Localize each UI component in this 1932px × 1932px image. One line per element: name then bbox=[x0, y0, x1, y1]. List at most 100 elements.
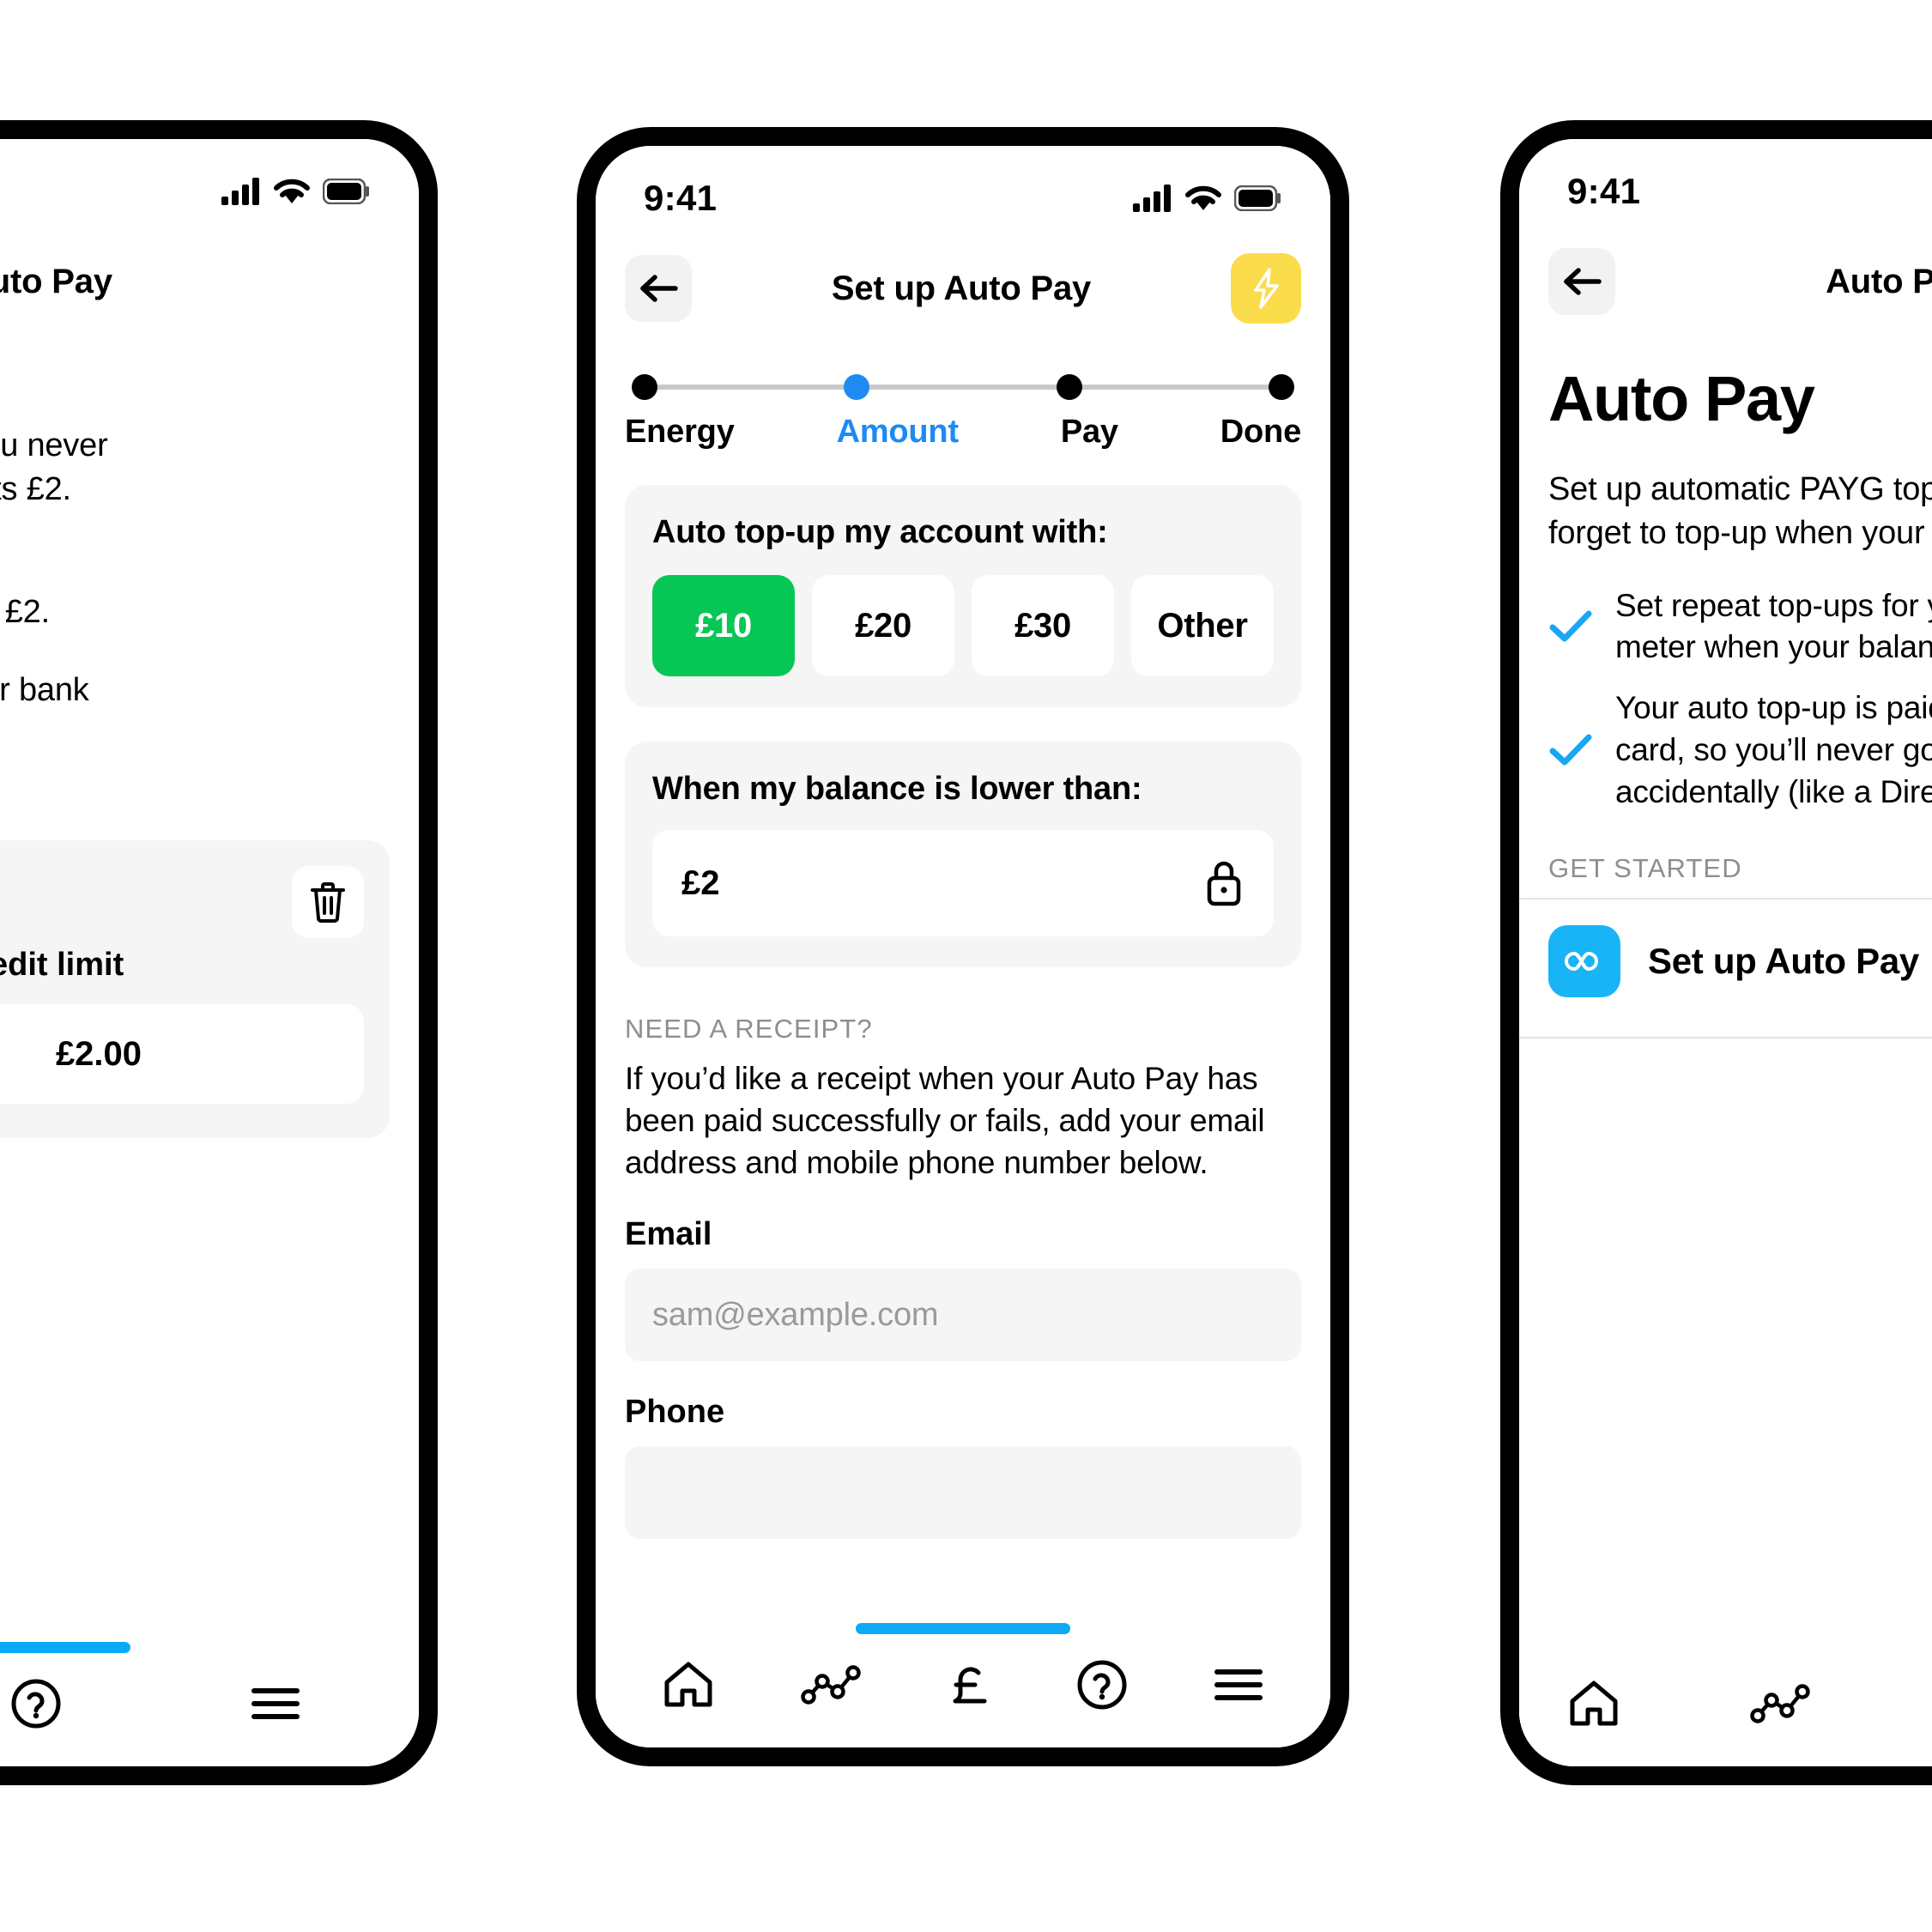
battery-icon bbox=[323, 179, 371, 204]
lightning-bolt-button[interactable] bbox=[1231, 253, 1301, 324]
tab-pound-center[interactable] bbox=[946, 1659, 992, 1711]
step-dot-amount[interactable] bbox=[844, 374, 870, 400]
step-dot-energy[interactable] bbox=[632, 374, 657, 400]
usage-graph-icon bbox=[800, 1664, 862, 1705]
setup-auto-pay-label: Set up Auto Pay bbox=[1648, 940, 1919, 981]
tab-help-left[interactable] bbox=[10, 1678, 62, 1729]
usage-graph-icon bbox=[1749, 1683, 1811, 1724]
home-indicator-center bbox=[856, 1623, 1070, 1634]
right-heading: Auto Pay bbox=[1548, 363, 1815, 434]
trash-icon-button[interactable] bbox=[292, 866, 364, 939]
lightning-bolt-icon bbox=[1249, 267, 1283, 310]
menu-icon bbox=[1213, 1666, 1264, 1704]
status-bar-center: 9:41 bbox=[596, 146, 1330, 228]
get-started-eyebrow: GET STARTED bbox=[1548, 852, 1742, 883]
phone-input[interactable] bbox=[625, 1446, 1301, 1540]
amount-option-30[interactable]: £30 bbox=[972, 575, 1114, 676]
list-item: Set repeat top-ups for yo meter when you… bbox=[1548, 585, 1932, 669]
page-title-left: Auto Pay bbox=[0, 262, 112, 300]
step-label-pay: Pay bbox=[1060, 414, 1118, 450]
home-icon bbox=[662, 1660, 715, 1710]
step-label-amount: Amount bbox=[836, 414, 960, 450]
receipt-body: If you’d like a receipt when your Auto P… bbox=[625, 1061, 1265, 1180]
phone-right-screen: 9:41 Auto Auto Pay Set up automatic PAYG… bbox=[1519, 139, 1932, 1766]
balance-threshold-title: When my balance is lower than: bbox=[652, 771, 1142, 807]
credit-limit-value[interactable]: £2.00 bbox=[0, 1004, 364, 1105]
nav-spacer-left-2 bbox=[323, 248, 390, 315]
tab-bar-left bbox=[0, 1656, 419, 1766]
progress-stepper: Energy Amount Pay Done bbox=[596, 331, 1330, 451]
back-button-right[interactable] bbox=[1548, 248, 1615, 315]
balance-threshold-card: When my balance is lower than: £2 bbox=[625, 742, 1301, 967]
pound-icon bbox=[946, 1659, 992, 1711]
step-label-energy: Energy bbox=[625, 414, 735, 450]
left-paragraph-1: c PAYG top-ups so you never when your ba… bbox=[0, 427, 108, 508]
top-nav-left: Auto Pay bbox=[0, 221, 419, 324]
back-button[interactable] bbox=[625, 255, 692, 322]
amount-option-other[interactable]: Other bbox=[1131, 575, 1274, 676]
topup-amount-card: Auto top-up my account with: £10 £20 £30… bbox=[625, 485, 1301, 707]
help-icon bbox=[1076, 1659, 1128, 1711]
right-subtitle: Set up automatic PAYG top-u forget to to… bbox=[1548, 471, 1932, 552]
credit-limit-card: Credit limit £2.00 bbox=[0, 840, 390, 1139]
credit-limit-fields: £2.00 bbox=[0, 1004, 364, 1105]
signal-icon bbox=[1133, 185, 1172, 212]
screenshot-canvas: Auto Pay c PAYG top-ups so you never whe… bbox=[0, 0, 1932, 1932]
left-paragraph-2: op-ups for your PAYG your balance reache… bbox=[4, 593, 50, 630]
back-arrow-icon bbox=[1561, 266, 1602, 297]
phone-left-screen: Auto Pay c PAYG top-ups so you never whe… bbox=[0, 139, 419, 1766]
topup-amount-options: £10 £20 £30 Other bbox=[652, 575, 1274, 676]
tab-bar-right bbox=[1519, 1656, 1932, 1766]
step-dot-done[interactable] bbox=[1268, 374, 1294, 400]
lock-icon bbox=[1203, 859, 1245, 907]
page-title-center: Set up Auto Pay bbox=[831, 269, 1092, 307]
tab-usage-right[interactable] bbox=[1749, 1683, 1811, 1724]
check-icon bbox=[1548, 609, 1593, 645]
tab-menu-left[interactable] bbox=[250, 1685, 301, 1723]
back-arrow-icon bbox=[638, 273, 679, 304]
trash-icon bbox=[309, 881, 347, 924]
check-icon bbox=[1548, 732, 1593, 768]
menu-icon bbox=[250, 1685, 301, 1723]
balance-threshold-field[interactable]: £2 bbox=[652, 830, 1274, 936]
tab-bar-center bbox=[596, 1638, 1330, 1747]
setup-auto-pay-row[interactable]: Set up Auto Pay bbox=[1519, 899, 1932, 1023]
phone-left: Auto Pay c PAYG top-ups so you never whe… bbox=[0, 120, 438, 1785]
email-input[interactable]: sam@example.com bbox=[625, 1269, 1301, 1362]
page-title-right: Auto Pay bbox=[1826, 262, 1932, 300]
tab-menu-center[interactable] bbox=[1213, 1666, 1264, 1704]
top-nav-center: Set up Auto Pay bbox=[596, 228, 1330, 331]
credit-limit-card-header bbox=[0, 866, 364, 939]
step-label-done: Done bbox=[1220, 414, 1301, 450]
battery-icon bbox=[1234, 185, 1282, 211]
list-item: Your auto top-up is paid card, so you’ll… bbox=[1548, 687, 1932, 813]
credit-limit-label: Credit limit bbox=[0, 947, 124, 984]
email-label: Email bbox=[625, 1216, 712, 1253]
tab-home-right[interactable] bbox=[1567, 1679, 1620, 1729]
home-icon bbox=[1567, 1679, 1620, 1729]
wifi-icon bbox=[1184, 185, 1222, 212]
left-paragraph-3: op-up is paid with your bank ll never go… bbox=[0, 672, 89, 709]
status-bar-right: 9:41 bbox=[1519, 139, 1932, 221]
stepper-labels: Energy Amount Pay Done bbox=[625, 414, 1301, 451]
right-bullet-list: Set repeat top-ups for yo meter when you… bbox=[1519, 585, 1932, 814]
tab-help-center[interactable] bbox=[1076, 1659, 1128, 1711]
phone-center: 9:41 Set up Auto Pay Energy Amount Pay D… bbox=[577, 127, 1349, 1766]
bullet-text-1: Set repeat top-ups for yo meter when you… bbox=[1615, 587, 1932, 665]
status-icons-center bbox=[1133, 185, 1282, 212]
amount-option-10[interactable]: £10 bbox=[652, 575, 795, 676]
balance-threshold-value: £2 bbox=[681, 863, 720, 902]
top-nav-right: Auto Pay bbox=[1519, 221, 1932, 324]
bullet-text-2: Your auto top-up is paid card, so you’ll… bbox=[1615, 690, 1932, 809]
center-content: Auto top-up my account with: £10 £20 £30… bbox=[596, 485, 1330, 1540]
amount-option-20[interactable]: £20 bbox=[812, 575, 954, 676]
step-dot-pay[interactable] bbox=[1056, 374, 1082, 400]
phone-center-screen: 9:41 Set up Auto Pay Energy Amount Pay D… bbox=[596, 146, 1330, 1747]
phone-label: Phone bbox=[625, 1394, 725, 1431]
tab-usage-center[interactable] bbox=[800, 1664, 862, 1705]
receipt-eyebrow: NEED A RECEIPT? bbox=[625, 1014, 873, 1044]
home-indicator-left bbox=[0, 1642, 130, 1653]
tab-home-center[interactable] bbox=[662, 1660, 715, 1710]
help-icon bbox=[10, 1678, 62, 1729]
phone-right: 9:41 Auto Auto Pay Set up automatic PAYG… bbox=[1500, 120, 1932, 1785]
